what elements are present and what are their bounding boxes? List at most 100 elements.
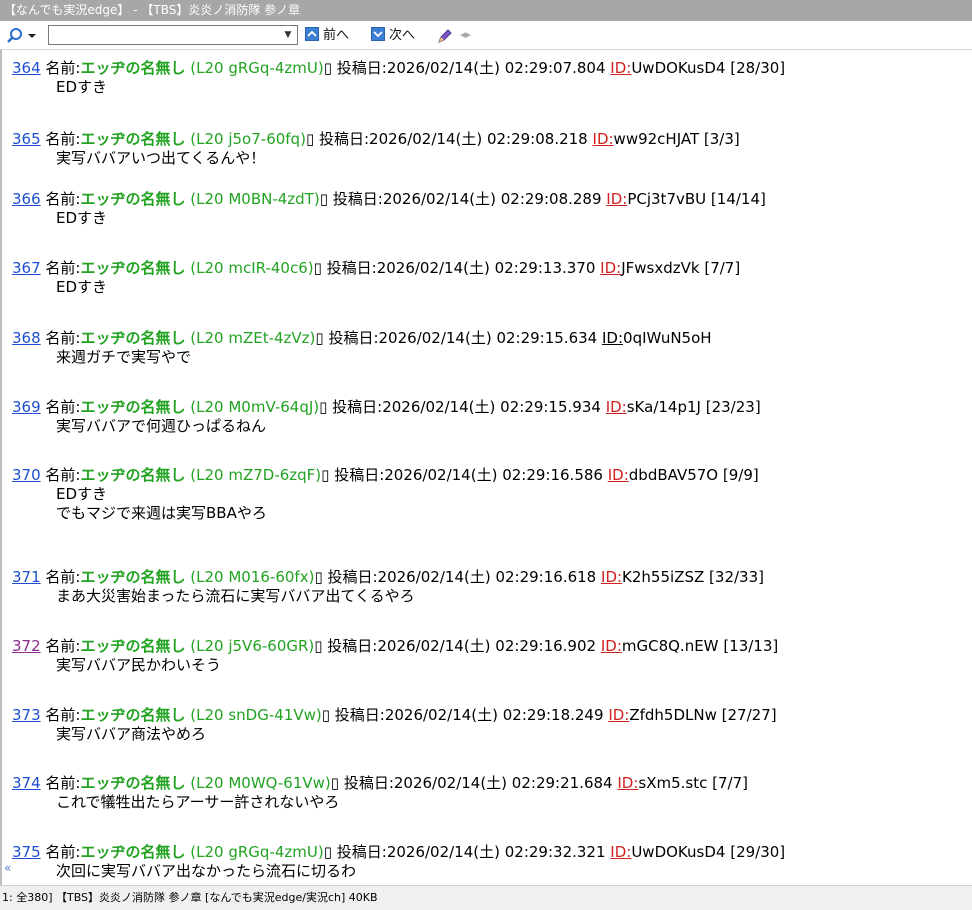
date-label: 投稿日: (326, 259, 377, 277)
post-number-link[interactable]: 371 (12, 568, 41, 586)
post-line: 実写ババア商法やめろ (56, 725, 207, 743)
post-line: 実写ババア民かわいそう (56, 656, 222, 674)
poster-name: エッヂの名無し (80, 637, 186, 655)
post-number-link[interactable]: 369 (12, 398, 41, 416)
toolbar-grip-icon[interactable]: ◂▸ (460, 28, 471, 41)
date-label: 投稿日: (343, 774, 394, 792)
post-number-link[interactable]: 375 (12, 843, 41, 861)
post-body: EDすき でもマジで来週は実写BBAやろ (12, 485, 962, 523)
window-title: 【なんでも実況edge】 - 【TBS】炎炎ノ消防隊 参ノ章 (0, 0, 972, 21)
poster-id: dbdBAV57O (628, 466, 719, 484)
separator-icon: ▯ (305, 130, 319, 148)
id-link[interactable]: ID: (610, 59, 631, 77)
separator-icon: ▯ (323, 59, 337, 77)
id-link[interactable]: ID: (601, 637, 622, 655)
post-number-link[interactable]: 368 (12, 329, 41, 347)
post-body: 次回に実写ババア出なかったら流石に切るわ (12, 862, 962, 881)
prev-label: 前へ (323, 28, 350, 43)
post-date: 2026/02/14(土) 02:29:15.934 (382, 398, 601, 416)
post-372: 372 名前:エッヂの名無し (L20 j5V6-60GR)▯ 投稿日:2026… (12, 637, 962, 675)
name-label: 名前: (45, 190, 81, 208)
poster-trip: (L20 M016-60fx) (190, 568, 315, 586)
id-link[interactable]: ID: (608, 466, 629, 484)
post-header: 368 名前:エッヂの名無し (L20 mZEt-4zVz)▯ 投稿日:2026… (12, 329, 962, 348)
name-label: 名前: (45, 774, 81, 792)
post-date: 2026/02/14(土) 02:29:13.370 (376, 259, 596, 277)
thread-view[interactable]: 364 名前:エッヂの名無し (L20 gRGq-4zmU)▯ 投稿日:2026… (0, 50, 972, 885)
highlight-pen-button[interactable] (436, 27, 454, 49)
post-body: 来週ガチで実写やで (12, 348, 962, 367)
post-body: 実写ババア商法やめろ (12, 725, 962, 744)
post-count: [27/27] (721, 706, 777, 724)
poster-id: UwDOKusD4 (631, 843, 726, 861)
id-link[interactable]: ID: (601, 568, 622, 586)
post-364: 364 名前:エッヂの名無し (L20 gRGq-4zmU)▯ 投稿日:2026… (12, 59, 962, 97)
poster-trip: (L20 snDG-41Vw) (190, 706, 322, 724)
post-number-link[interactable]: 374 (12, 774, 41, 792)
date-label: 投稿日: (336, 843, 387, 861)
id-link[interactable]: ID: (602, 329, 623, 347)
arrow-up-icon (305, 27, 319, 41)
separator-icon: ▯ (314, 637, 328, 655)
post-header: 370 名前:エッヂの名無し (L20 mZ7D-6zqF)▯ 投稿日:2026… (12, 466, 962, 485)
post-line: EDすき (56, 78, 108, 96)
post-number-link[interactable]: 372 (12, 637, 41, 655)
post-body: これで犠牲出たらアーサー許されないやろ (12, 793, 962, 812)
separator-icon: ▯ (315, 329, 329, 347)
post-line: これで犠牲出たらアーサー許されないやろ (56, 793, 340, 811)
poster-name: エッヂの名無し (80, 59, 186, 77)
search-field[interactable]: ▼ (48, 25, 298, 45)
name-label: 名前: (45, 843, 81, 861)
post-count: [28/30] (730, 59, 786, 77)
name-label: 名前: (45, 59, 81, 77)
arrow-down-icon (371, 27, 385, 41)
post-375: 375 名前:エッヂの名無し (L20 gRGq-4zmU)▯ 投稿日:2026… (12, 843, 962, 881)
date-label: 投稿日: (334, 466, 385, 484)
post-number-link[interactable]: 364 (12, 59, 41, 77)
post-number-link[interactable]: 365 (12, 130, 41, 148)
poster-id: sXm5.stc (638, 774, 708, 792)
post-count: [32/33] (709, 568, 764, 586)
id-link[interactable]: ID: (617, 774, 638, 792)
post-header: 364 名前:エッヂの名無し (L20 gRGq-4zmU)▯ 投稿日:2026… (12, 59, 962, 78)
post-date: 2026/02/14(土) 02:29:08.218 (369, 130, 588, 148)
poster-trip: (L20 mcIR-40c6) (190, 259, 314, 277)
poster-trip: (L20 mZ7D-6zqF) (190, 466, 322, 484)
name-label: 名前: (45, 706, 81, 724)
poster-id: 0qIWuN5oH (623, 329, 712, 347)
id-link[interactable]: ID: (610, 843, 631, 861)
search-input[interactable] (49, 26, 283, 44)
poster-id: PCj3t7vBU (627, 190, 707, 208)
chevron-down-icon[interactable]: ▼ (281, 27, 295, 43)
id-link[interactable]: ID: (608, 706, 629, 724)
post-body: 実写ババアで何週ひっぱるねん (12, 417, 962, 436)
name-label: 名前: (45, 398, 81, 416)
post-number-link[interactable]: 370 (12, 466, 41, 484)
post-header: 369 名前:エッヂの名無し (L20 M0mV-64qJ)▯ 投稿日:2026… (12, 398, 962, 417)
id-link[interactable]: ID: (606, 190, 627, 208)
post-365: 365 名前:エッヂの名無し (L20 j5o7-60fq)▯ 投稿日:2026… (12, 130, 962, 168)
post-number-link[interactable]: 367 (12, 259, 41, 277)
poster-trip: (L20 M0mV-64qJ) (190, 398, 320, 416)
post-number-link[interactable]: 366 (12, 190, 41, 208)
separator-icon: ▯ (313, 259, 327, 277)
scroll-back-button[interactable]: « (4, 861, 11, 875)
search-options-button[interactable] (6, 27, 42, 45)
date-label: 投稿日: (334, 706, 385, 724)
poster-trip: (L20 M0BN-4zdT) (190, 190, 320, 208)
poster-name: エッヂの名無し (80, 774, 186, 792)
id-link[interactable]: ID: (593, 130, 614, 148)
prev-button[interactable]: 前へ (305, 26, 349, 45)
post-count: [3/3] (703, 130, 740, 148)
id-link[interactable]: ID: (600, 259, 621, 277)
post-number-link[interactable]: 373 (12, 706, 41, 724)
next-label: 次へ (389, 28, 416, 43)
poster-name: エッヂの名無し (80, 130, 186, 148)
post-368: 368 名前:エッヂの名無し (L20 mZEt-4zVz)▯ 投稿日:2026… (12, 329, 962, 367)
next-button[interactable]: 次へ (371, 26, 415, 45)
post-body: 実写ババア民かわいそう (12, 656, 962, 675)
post-line: 実写ババアで何週ひっぱるねん (56, 417, 267, 435)
id-link[interactable]: ID: (606, 398, 627, 416)
separator-icon: ▯ (330, 774, 344, 792)
poster-trip: (L20 j5o7-60fq) (190, 130, 306, 148)
